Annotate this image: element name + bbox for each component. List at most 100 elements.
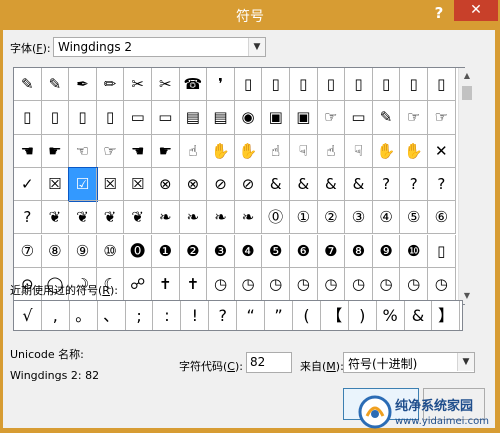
symbol-cell[interactable]: ☑ <box>68 166 98 203</box>
recent-symbol-cell[interactable]: 【 <box>321 301 349 330</box>
symbol-cell[interactable]: ◷ <box>290 267 318 302</box>
symbol-cell[interactable]: ⑥ <box>428 201 456 235</box>
symbol-cell[interactable]: ❦ <box>69 201 97 235</box>
symbol-cell[interactable]: ☎ <box>179 68 208 102</box>
symbol-cell[interactable]: ▯ <box>96 101 125 135</box>
symbol-cell[interactable]: ? <box>400 167 428 202</box>
recent-symbol-cell[interactable]: 。 <box>70 301 98 330</box>
symbol-cell[interactable]: ❦ <box>124 201 152 235</box>
symbol-cell[interactable]: ④ <box>372 201 401 235</box>
recent-symbol-cell[interactable]: ? <box>209 301 238 330</box>
symbol-cell[interactable]: ▭ <box>124 101 152 135</box>
symbol-cell[interactable]: ☞ <box>317 101 346 135</box>
scroll-up-icon[interactable]: ▲ <box>459 68 475 84</box>
recent-symbol-cell[interactable]: ” <box>265 301 293 330</box>
recent-symbol-cell[interactable]: ) <box>349 301 377 330</box>
symbol-cell[interactable]: ▯ <box>372 68 401 102</box>
symbol-cell[interactable]: ☝ <box>262 134 290 168</box>
recent-symbol-cell[interactable]: “ <box>237 301 266 330</box>
symbol-grid[interactable]: ✎ ✎ ✒ ✏ ✂ ✂ ☎ ❜ ▯ ▯ ▯ ▯ ▯ ▯ ▯ ▯ ▯ ▯ ▯ ▯ ▭ ▭ ▤ ▤ ◉ ▣ ▣ ☞ ▭ ✎ ☞ ☞ ☚ ☛ ☜ ☞ ☚ ☛ ☝ ✋… <box>13 67 475 305</box>
symbol-cell[interactable]: ❧ <box>152 201 180 235</box>
symbol-cell[interactable]: ▯ <box>428 68 456 102</box>
symbol-cell[interactable]: ☟ <box>290 134 318 168</box>
symbol-cell[interactable]: & <box>290 167 318 202</box>
symbol-cell[interactable]: ⊗ <box>152 167 180 202</box>
symbol-cell[interactable]: ⊘ <box>207 167 235 202</box>
symbol-cell[interactable]: ✎ <box>41 68 70 102</box>
symbol-cell[interactable]: ◷ <box>317 267 346 302</box>
symbol-cell[interactable]: ⓪ <box>262 201 290 235</box>
recent-symbol-cell[interactable]: , <box>42 301 70 330</box>
symbol-cell[interactable]: ▯ <box>14 101 42 135</box>
symbol-cell[interactable]: ◷ <box>345 267 373 302</box>
symbol-cell[interactable]: ▯ <box>428 234 456 268</box>
close-button[interactable]: ✕ <box>454 0 498 21</box>
symbol-cell[interactable]: ▣ <box>290 101 318 135</box>
symbol-cell[interactable]: & <box>317 167 346 202</box>
symbol-cell[interactable]: ☝ <box>317 134 346 168</box>
recent-symbol-cell[interactable]: : <box>154 301 182 330</box>
symbol-cell[interactable]: ✒ <box>69 68 97 102</box>
symbol-cell[interactable]: ⊗ <box>179 167 208 202</box>
symbol-cell[interactable]: ✕ <box>428 134 456 168</box>
scrollbar-thumb[interactable] <box>462 86 472 100</box>
recent-symbol-cell[interactable]: % <box>377 301 405 330</box>
symbol-cell[interactable]: ◷ <box>207 267 235 302</box>
symbol-cell[interactable]: ▯ <box>400 68 428 102</box>
symbol-cell[interactable]: ▯ <box>69 101 97 135</box>
symbol-cell[interactable]: ❦ <box>41 201 70 235</box>
symbol-cell[interactable]: ? <box>14 201 42 235</box>
symbol-cell[interactable]: ✋ <box>400 134 428 168</box>
symbol-cell[interactable]: ❻ <box>290 234 318 268</box>
symbol-cell[interactable]: ❾ <box>372 234 401 268</box>
symbol-cell[interactable]: ❿ <box>400 234 428 268</box>
char-code-input[interactable]: 82 <box>246 352 292 373</box>
symbol-cell[interactable]: ▯ <box>290 68 318 102</box>
symbol-cell[interactable]: ◉ <box>234 101 263 135</box>
symbol-cell[interactable]: ▣ <box>262 101 290 135</box>
symbol-cell[interactable]: ❦ <box>96 201 125 235</box>
symbol-cell[interactable]: ❷ <box>179 234 208 268</box>
symbol-cell[interactable]: ☒ <box>41 167 70 202</box>
symbol-cell[interactable]: ☞ <box>428 101 456 135</box>
symbol-cell[interactable]: ? <box>428 167 456 202</box>
symbol-cell[interactable]: & <box>345 167 373 202</box>
symbol-cell[interactable]: ? <box>372 167 401 202</box>
symbol-cell[interactable]: ✎ <box>372 101 401 135</box>
symbol-cell[interactable]: ☚ <box>14 134 42 168</box>
symbol-cell[interactable]: ⑦ <box>14 234 42 268</box>
symbol-cell[interactable]: ❺ <box>262 234 290 268</box>
font-select[interactable]: Wingdings 2 ▼ <box>53 37 266 57</box>
symbol-cell[interactable]: ⑤ <box>400 201 428 235</box>
symbol-cell[interactable]: ❧ <box>179 201 208 235</box>
symbol-cell[interactable]: ◷ <box>372 267 401 302</box>
symbol-cell[interactable]: & <box>262 167 290 202</box>
symbol-cell[interactable]: ▤ <box>207 101 235 135</box>
symbol-cell[interactable]: ✝ <box>152 267 180 302</box>
symbol-cell[interactable]: ⊘ <box>234 167 263 202</box>
symbol-cell[interactable]: ☚ <box>124 134 152 168</box>
symbol-cell[interactable]: ❽ <box>345 234 373 268</box>
recent-symbol-cell[interactable]: ; <box>126 301 154 330</box>
chevron-down-icon[interactable]: ▼ <box>457 353 474 371</box>
recent-symbols[interactable]: √,。、;:!? “”(【)% &】 <box>13 300 463 331</box>
symbol-cell[interactable]: ✝ <box>179 267 208 302</box>
symbol-cell[interactable]: ❸ <box>207 234 235 268</box>
recent-symbol-cell[interactable]: ! <box>181 301 210 330</box>
grid-scrollbar[interactable]: ▲ ▼ <box>458 68 475 304</box>
symbol-cell[interactable]: ▤ <box>179 101 208 135</box>
recent-symbol-cell[interactable]: & <box>405 301 433 330</box>
recent-symbol-cell[interactable]: ( <box>293 301 321 330</box>
symbol-cell[interactable]: ▯ <box>317 68 346 102</box>
symbol-cell[interactable]: ◷ <box>234 267 263 302</box>
symbol-cell[interactable]: ③ <box>345 201 373 235</box>
symbol-cell[interactable]: ✋ <box>372 134 401 168</box>
symbol-cell[interactable]: ✓ <box>14 167 42 202</box>
symbol-cell[interactable]: ☛ <box>152 134 180 168</box>
symbol-cell[interactable]: ✏ <box>96 68 125 102</box>
symbol-cell[interactable]: ✂ <box>124 68 152 102</box>
symbol-cell[interactable]: ✂ <box>152 68 180 102</box>
symbol-cell[interactable]: ❜ <box>207 68 235 102</box>
symbol-cell[interactable]: ▭ <box>152 101 180 135</box>
symbol-cell[interactable]: ▭ <box>345 101 373 135</box>
